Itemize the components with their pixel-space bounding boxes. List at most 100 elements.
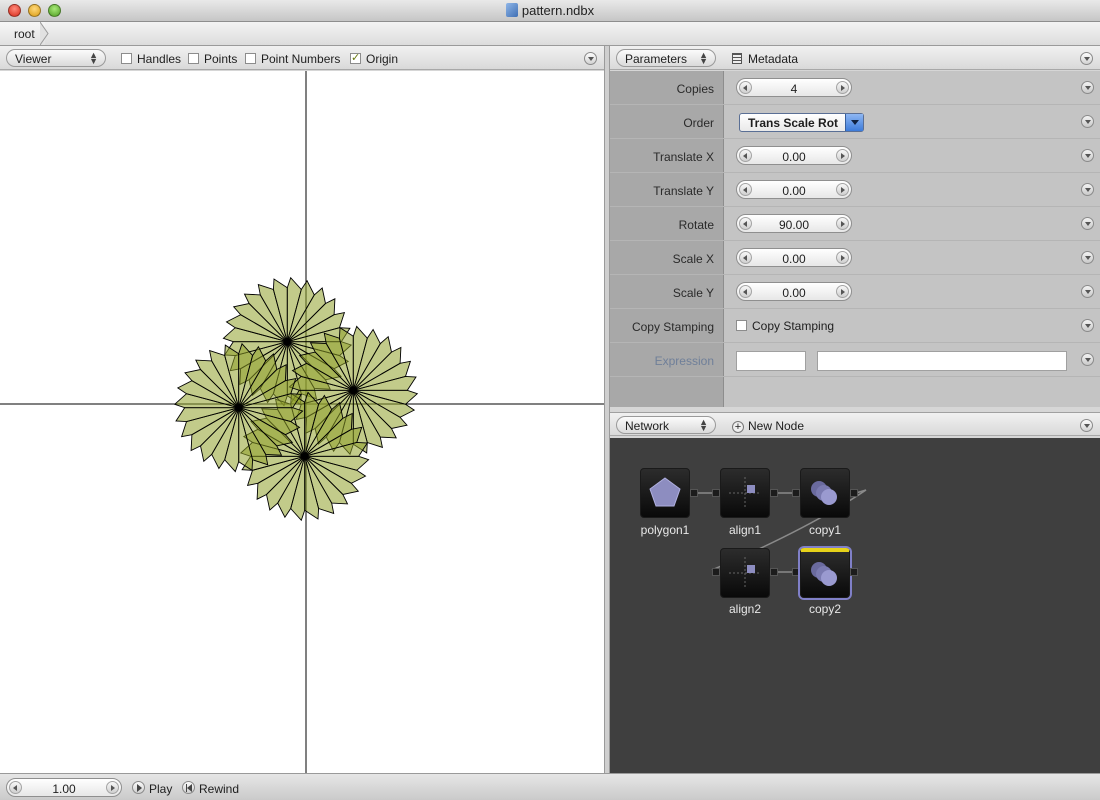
network-canvas[interactable]: polygon1 align1 copy1 align2 copy2 (610, 438, 1100, 773)
order-select[interactable]: Trans Scale Rot (739, 113, 864, 132)
network-options-button[interactable] (1080, 419, 1093, 432)
copy-stamping-checkbox[interactable] (736, 320, 747, 331)
copies-stepper[interactable]: 4 (736, 78, 852, 97)
param-label: Scale X (672, 252, 714, 266)
node-label-copy1: copy1 (808, 523, 842, 537)
output-port[interactable] (770, 568, 778, 576)
increment-arrow-icon[interactable] (836, 183, 849, 196)
decrement-arrow-icon[interactable] (9, 781, 22, 794)
frame-stepper[interactable]: 1.00 (6, 778, 122, 797)
new-node-button[interactable]: + New Node (732, 419, 804, 433)
origin-checkbox[interactable] (350, 51, 361, 64)
increment-arrow-icon[interactable] (836, 149, 849, 162)
increment-arrow-icon[interactable] (836, 285, 849, 298)
play-icon[interactable] (132, 781, 145, 794)
scale-x-stepper[interactable]: 0.00 (736, 248, 852, 267)
updown-icon: ▲ ▼ (89, 50, 98, 66)
toggle-origin[interactable]: Origin (350, 51, 398, 66)
node-align2[interactable] (720, 548, 770, 598)
network-tab-select[interactable]: Network ▲ ▼ (616, 416, 716, 434)
expression-port-field[interactable] (736, 351, 806, 371)
node-align1[interactable] (720, 468, 770, 518)
increment-arrow-icon[interactable] (836, 217, 849, 230)
param-menu-button[interactable] (1081, 217, 1094, 230)
copy-stamping-toggle[interactable]: Copy Stamping (736, 319, 834, 333)
output-port[interactable] (850, 568, 858, 576)
handles-checkbox[interactable] (121, 53, 132, 64)
updown-icon: ▲ ▼ (699, 50, 708, 66)
parameters-options-button[interactable] (1080, 52, 1093, 65)
copies-value[interactable]: 4 (753, 82, 835, 96)
param-label: Copies (676, 82, 714, 96)
align-icon (729, 477, 761, 509)
rewind-button[interactable]: Rewind (199, 782, 239, 796)
node-copy1[interactable] (800, 468, 850, 518)
increment-arrow-icon[interactable] (836, 251, 849, 264)
node-polygon1[interactable] (640, 468, 690, 518)
viewer-header: Viewer ▲▼ Handles Points Point Numbers O… (0, 46, 604, 70)
input-port[interactable] (712, 568, 720, 576)
param-menu-button[interactable] (1081, 319, 1094, 332)
output-port[interactable] (690, 489, 698, 497)
input-port[interactable] (792, 489, 800, 497)
translate-x-stepper[interactable]: 0.00 (736, 146, 852, 165)
metadata-button[interactable]: Metadata (732, 52, 798, 66)
play-button[interactable]: Play (149, 782, 172, 796)
points-label: Points (204, 52, 238, 66)
toggle-point-numbers[interactable]: Point Numbers (245, 52, 340, 66)
param-menu-button[interactable] (1081, 353, 1094, 366)
scale-x-value[interactable]: 0.00 (753, 252, 835, 266)
network-header: Network ▲ ▼ + New Node (610, 412, 1100, 436)
copy-stamping-checkbox-label: Copy Stamping (752, 319, 835, 333)
param-row-copies: Copies 4 (610, 71, 1100, 105)
output-port[interactable] (850, 489, 858, 497)
order-value: Trans Scale Rot (748, 116, 839, 130)
node-copy2[interactable] (800, 548, 850, 598)
window-title-wrap: pattern.ndbx (0, 3, 1100, 18)
param-menu-button[interactable] (1081, 115, 1094, 128)
dropdown-arrow-icon[interactable] (845, 114, 863, 131)
updown-icon: ▲ ▼ (699, 417, 708, 433)
point-numbers-checkbox[interactable] (245, 53, 256, 64)
expression-input[interactable] (817, 351, 1067, 371)
rotate-stepper[interactable]: 90.00 (736, 214, 852, 233)
param-menu-button[interactable] (1081, 183, 1094, 196)
viewer-mode-select[interactable]: Viewer ▲ ▼ (6, 49, 106, 67)
param-menu-button[interactable] (1081, 81, 1094, 94)
parameters-tab-select[interactable]: Parameters ▲ ▼ (616, 49, 716, 67)
decrement-arrow-icon[interactable] (739, 183, 752, 196)
translate-x-value[interactable]: 0.00 (753, 150, 835, 164)
translate-y-stepper[interactable]: 0.00 (736, 180, 852, 199)
breadcrumb-item-root[interactable]: root (0, 22, 45, 45)
points-checkbox[interactable] (188, 53, 199, 64)
viewer-options-button[interactable] (584, 52, 597, 65)
viewer-canvas[interactable] (0, 71, 604, 773)
rewind-icon[interactable] (182, 781, 195, 794)
input-port[interactable] (712, 489, 720, 497)
translate-y-value[interactable]: 0.00 (753, 184, 835, 198)
toggle-handles[interactable]: Handles (121, 52, 181, 66)
viewer-drawing (0, 71, 604, 773)
param-label: Copy Stamping (631, 320, 714, 334)
decrement-arrow-icon[interactable] (739, 149, 752, 162)
rotate-value[interactable]: 90.00 (753, 218, 835, 232)
handles-label: Handles (137, 52, 182, 66)
input-port[interactable] (792, 568, 800, 576)
point-numbers-label: Point Numbers (261, 52, 341, 66)
param-menu-button[interactable] (1081, 251, 1094, 264)
param-menu-button[interactable] (1081, 149, 1094, 162)
window-title: pattern.ndbx (521, 3, 595, 18)
output-port[interactable] (770, 489, 778, 497)
decrement-arrow-icon[interactable] (739, 81, 752, 94)
scale-y-stepper[interactable]: 0.00 (736, 282, 852, 301)
decrement-arrow-icon[interactable] (739, 217, 752, 230)
param-menu-button[interactable] (1081, 285, 1094, 298)
toggle-points[interactable]: Points (188, 52, 237, 66)
scale-y-value[interactable]: 0.00 (753, 286, 835, 300)
param-label: Expression (654, 354, 714, 368)
frame-value[interactable]: 1.00 (23, 782, 105, 796)
increment-arrow-icon[interactable] (836, 81, 849, 94)
increment-arrow-icon[interactable] (106, 781, 119, 794)
decrement-arrow-icon[interactable] (739, 285, 752, 298)
decrement-arrow-icon[interactable] (739, 251, 752, 264)
